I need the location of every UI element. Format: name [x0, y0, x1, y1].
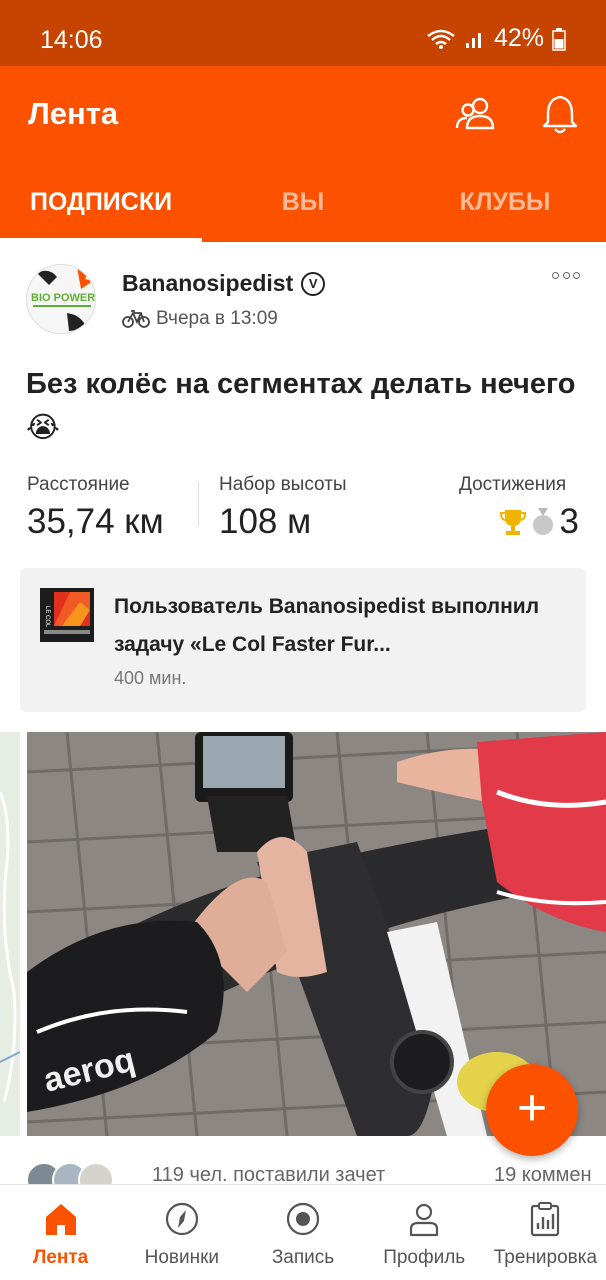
stat-label: Набор высоты — [219, 474, 347, 495]
battery-percent: 42% — [493, 24, 544, 52]
nav-profile[interactable]: Профиль — [364, 1185, 485, 1280]
people-icon[interactable] — [454, 92, 498, 136]
more-options-icon[interactable] — [552, 272, 580, 284]
nav-label: Запись — [271, 1247, 335, 1268]
divider — [198, 482, 199, 526]
status-time: 14:06 — [40, 26, 103, 54]
activity-timestamp: Вчера в 13:09 — [156, 308, 278, 329]
battery-icon — [552, 27, 566, 51]
nav-explore[interactable]: Новинки — [121, 1185, 242, 1280]
nav-training[interactable]: Тренировка — [485, 1185, 606, 1280]
activity-meta: Вчера в 13:09 — [122, 308, 278, 330]
tab-subscriptions[interactable]: ПОДПИСКИ — [0, 176, 202, 242]
compass-icon — [165, 1202, 198, 1236]
app-bar: Лента ПОДПИСКИ ВЫ КЛУБЫ — [0, 66, 606, 242]
activity-feed[interactable]: BIO POWER Bananosipedist V Вчера в 13:09… — [0, 242, 606, 1184]
verified-badge-icon: V — [301, 271, 326, 296]
stat-value: 108 м — [219, 502, 312, 541]
kudos-avatars[interactable] — [26, 1160, 114, 1184]
signal-icon — [465, 32, 481, 48]
trophy-gold-icon — [499, 510, 526, 535]
nav-label: Тренировка — [493, 1247, 598, 1268]
challenge-text: Пользователь Bananosipedist выполнил зад… — [114, 595, 540, 656]
athlete-avatar[interactable]: BIO POWER — [26, 264, 96, 334]
nav-feed[interactable]: Лента — [0, 1185, 121, 1280]
tab-clubs[interactable]: КЛУБЫ — [404, 176, 606, 242]
home-icon — [45, 1204, 76, 1235]
feed-tabs: ПОДПИСКИ ВЫ КЛУБЫ — [0, 176, 606, 242]
stat-achievements: Достижения 3 — [459, 474, 579, 542]
status-indicators: 42% — [426, 24, 566, 53]
bell-icon[interactable] — [538, 92, 582, 136]
map-preview[interactable] — [0, 732, 21, 1136]
record-icon — [286, 1202, 320, 1236]
stat-distance: Расстояние 35,74 км — [27, 474, 164, 542]
wifi-icon — [427, 29, 455, 49]
stat-value: 35,74 км — [27, 502, 164, 541]
nav-record[interactable]: Запись — [242, 1185, 363, 1280]
svg-text:BIO POWER: BIO POWER — [31, 292, 95, 304]
nav-label: Профиль — [383, 1247, 466, 1268]
medal-silver-icon — [532, 508, 553, 535]
athlete-name[interactable]: Bananosipedist — [122, 270, 293, 297]
status-bar: 14:06 42% — [0, 0, 606, 66]
avatar — [78, 1162, 114, 1184]
bottom-navigation: Лента Новинки Запись Профиль Тренировка — [0, 1184, 606, 1280]
stat-label: Расстояние — [27, 474, 130, 495]
tab-you[interactable]: ВЫ — [202, 176, 404, 242]
page-title: Лента — [28, 96, 119, 131]
kudos-count[interactable]: 119 чел. поставили зачет — [152, 1164, 385, 1184]
stat-value: 3 — [559, 502, 579, 541]
challenge-sub: 400 мин. — [114, 668, 187, 688]
challenge-card[interactable]: LE COL Пользователь Bananosipedist выпол… — [20, 568, 586, 712]
nav-label: Лента — [32, 1247, 89, 1268]
svg-text:LE COL: LE COL — [44, 606, 50, 628]
activity-title[interactable]: Без колёс на сегментах делать нечего😭 — [26, 362, 586, 450]
person-icon — [410, 1203, 439, 1237]
comments-count[interactable]: 19 коммен — [494, 1164, 592, 1184]
bike-icon — [122, 310, 150, 328]
athlete-name-row[interactable]: Bananosipedist V — [122, 270, 326, 297]
challenge-badge-icon: LE COL — [40, 588, 94, 642]
clipboard-chart-icon — [531, 1202, 560, 1237]
stat-label: Достижения — [459, 474, 567, 495]
nav-label: Новинки — [144, 1247, 220, 1268]
bio-power-logo: BIO POWER — [27, 265, 95, 333]
add-activity-button[interactable]: + — [486, 1064, 578, 1156]
stat-elevation: Набор высоты 108 м — [219, 474, 347, 542]
